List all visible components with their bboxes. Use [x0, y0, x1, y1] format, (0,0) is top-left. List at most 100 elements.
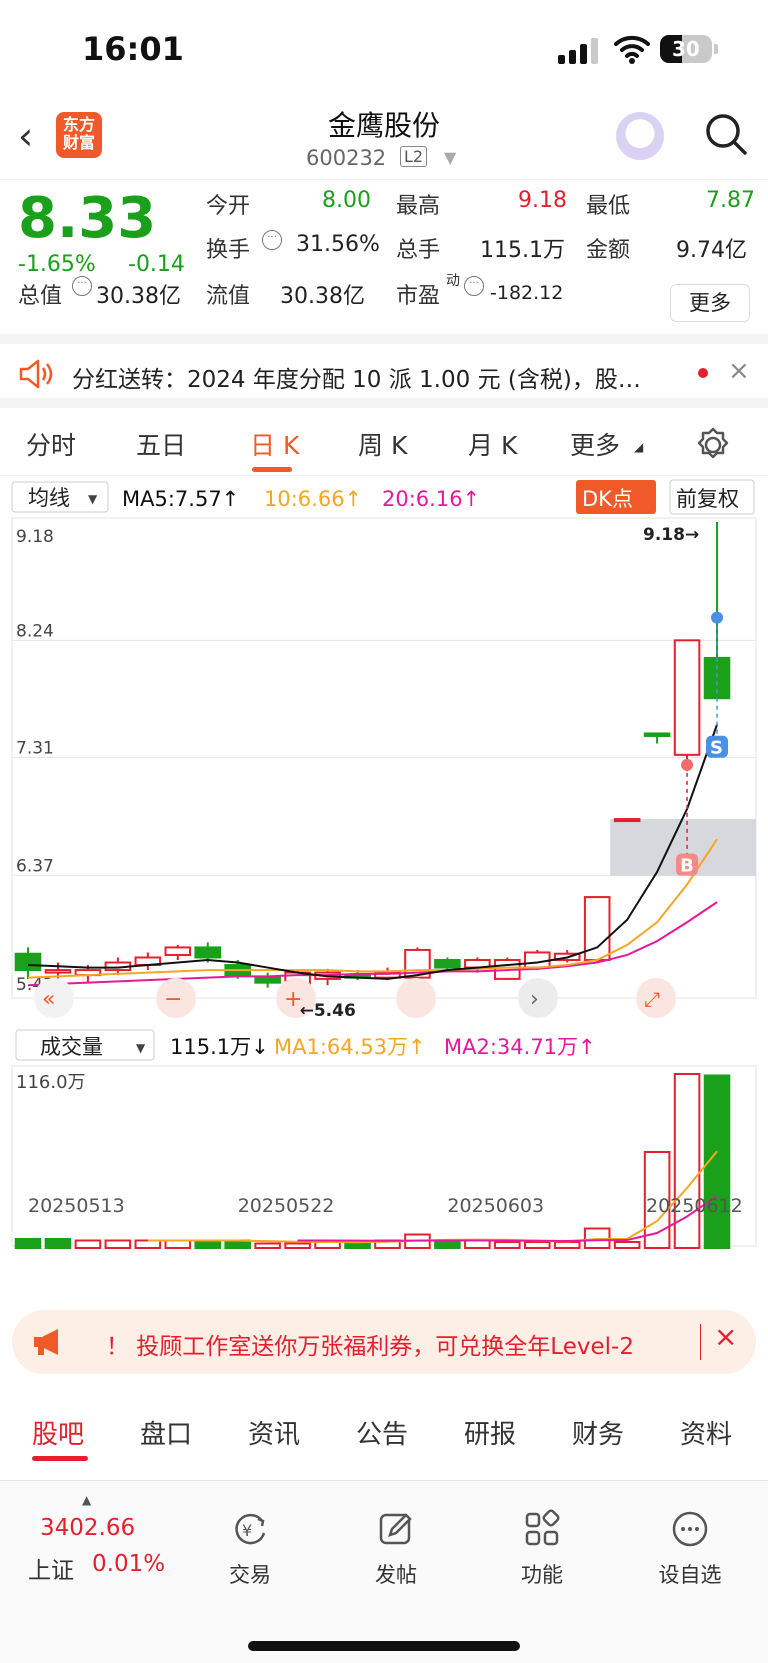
promo-banner[interactable]: ！ 投顾工作室送你万张福利券，可兑换全年Level-2 × [12, 1310, 756, 1374]
tab-monthly-k[interactable]: 月 K [468, 426, 517, 462]
chevron-down-icon[interactable]: ▼ [444, 148, 456, 167]
stock-code: 600232 [306, 146, 387, 170]
open-value: 8.00 [322, 188, 371, 213]
tab-daily-k[interactable]: 日 K [250, 426, 299, 462]
vol-select-label: 成交量 [40, 1035, 103, 1059]
bottom-nav-bar: ▲ 3402.66 上证 0.01% ¥ 交易 发帖 功能 设自选 [0, 1480, 768, 1663]
battery-tip [714, 44, 718, 54]
candle-body [164, 946, 192, 956]
speaker-icon [19, 359, 53, 389]
nav-trade[interactable]: ¥ 交易 [200, 1509, 300, 1589]
candle-body [434, 959, 461, 969]
info-dots-icon[interactable]: ··· [464, 276, 484, 296]
float-label: 流值 [206, 284, 251, 309]
candle-body [523, 951, 551, 969]
pe-value: -182.12 [490, 282, 564, 304]
x-date-label: 20250522 [238, 1195, 335, 1217]
tab-forum[interactable]: 股吧 [32, 1414, 84, 1451]
dropdown-icon: ▼ [136, 1041, 146, 1055]
float-value: 30.38亿 [280, 284, 365, 309]
amount-label: 金额 [586, 238, 631, 263]
volume-bar [523, 1241, 551, 1249]
tab-announcements[interactable]: 公告 [356, 1414, 408, 1451]
info-dots-icon[interactable]: ··· [262, 230, 282, 250]
dividend-notice[interactable]: 分红送转：2024 年度分配 10 派 1.00 元 (含税)，股… × [0, 344, 768, 408]
candle-body [194, 946, 222, 959]
nav-post[interactable]: 发帖 [346, 1509, 446, 1589]
stock-header: ‹ 东方 财富 金鹰股份 600232 L2 ▼ [0, 100, 768, 180]
tab-more[interactable]: 更多 [570, 426, 620, 462]
current-price: 8.33 [18, 186, 157, 251]
x-date-label: 20250612 [646, 1195, 743, 1217]
dropdown-icon: ▼ [88, 492, 98, 506]
volume-bar [194, 1239, 222, 1249]
open-label: 今开 [206, 194, 251, 219]
low-label: 最低 [586, 194, 631, 219]
volume-bar [284, 1242, 311, 1249]
battery-level: 30 [672, 37, 700, 61]
nav-functions[interactable]: 功能 [492, 1509, 592, 1589]
volume-bar [164, 1239, 192, 1249]
more-button[interactable]: 更多 [670, 284, 750, 322]
ma-select-label: 均线 [28, 486, 70, 510]
nav-watchlist[interactable]: 设自选 [640, 1509, 740, 1589]
index-name: 上证 [28, 1558, 74, 1584]
volume-bar [613, 1241, 641, 1249]
scroll-right-button[interactable] [396, 978, 436, 1018]
battery-icon: 30 [660, 35, 712, 63]
y-tick-label: 6.37 [16, 857, 54, 877]
quote-panel: 8.33 -1.65% -0.14 今开 8.00 最高 9.18 最低 7.8… [0, 182, 768, 332]
chart-tabs: 分时 五日 日 K 周 K 月 K 更多 ◢ [0, 414, 768, 476]
kline-frame [11, 517, 757, 999]
vol-ma1-legend: MA1:64.53万↑ [274, 1035, 426, 1059]
dk-point-label: DK点 [582, 487, 633, 511]
trade-icon: ¥ [235, 1513, 266, 1545]
cellular-signal-icon [558, 38, 600, 64]
index-value[interactable]: 3402.66 [40, 1515, 135, 1541]
tab-five-day[interactable]: 五日 [136, 426, 186, 462]
tab-weekly-k[interactable]: 周 K [358, 426, 407, 462]
megaphone-icon [34, 1329, 58, 1355]
close-icon[interactable]: × [728, 356, 750, 386]
ma5-legend: MA5:7.57↑ [122, 487, 239, 511]
y-tick-label: 9.18 [16, 527, 54, 547]
settings-gear-icon[interactable] [694, 426, 732, 464]
double-left-icon: « [42, 987, 55, 1012]
volume-bar [254, 1242, 281, 1249]
tab-news[interactable]: 资讯 [248, 1414, 300, 1451]
info-dots-icon[interactable]: ··· [72, 276, 92, 296]
notice-text: 分红送转：2024 年度分配 10 派 1.00 元 (含税)，股… [72, 367, 641, 393]
index-change: 0.01% [92, 1551, 166, 1577]
tab-intraday[interactable]: 分时 [26, 426, 76, 462]
high-marker: 9.18→ [643, 525, 699, 545]
low-marker: ←5.46 [300, 1001, 356, 1021]
active-tab-underline [252, 467, 292, 472]
pe-superscript: 动 [446, 273, 460, 289]
volume-bar [434, 1239, 461, 1249]
assistant-avatar-icon[interactable] [616, 112, 664, 160]
amount-value: 9.74亿 [676, 238, 747, 263]
expand-up-icon[interactable]: ▲ [82, 1493, 91, 1507]
change-amount: -0.14 [128, 252, 185, 277]
candle-body [673, 639, 701, 756]
tab-finance[interactable]: 财务 [572, 1414, 624, 1451]
volume-bar [74, 1239, 102, 1249]
volume-ma-lines [147, 1150, 718, 1244]
candle-body [44, 969, 72, 974]
grid-icon [525, 1509, 560, 1546]
search-icon[interactable] [704, 112, 748, 156]
kline-chart[interactable]: 均线 ▼ MA5:7.57↑ 10:6.66↑ 20:6.16↑ DK点 前复权… [0, 478, 768, 1310]
candles [14, 522, 731, 991]
turnover-label: 换手 [206, 238, 251, 263]
volume-bar [104, 1239, 132, 1249]
home-indicator [248, 1641, 520, 1651]
x-axis-dates: 20250513 20250522 20250603 20250612 [28, 1195, 743, 1217]
tab-research[interactable]: 研报 [464, 1414, 516, 1451]
volume-bars [14, 1073, 731, 1249]
buy-label: B [680, 856, 694, 877]
nav-watchlist-label: 设自选 [658, 1563, 722, 1587]
tab-profile[interactable]: 资料 [680, 1414, 732, 1451]
tab-handicap[interactable]: 盘口 [140, 1414, 192, 1451]
close-icon[interactable]: × [714, 1320, 737, 1353]
level-badge[interactable]: L2 [400, 146, 428, 167]
